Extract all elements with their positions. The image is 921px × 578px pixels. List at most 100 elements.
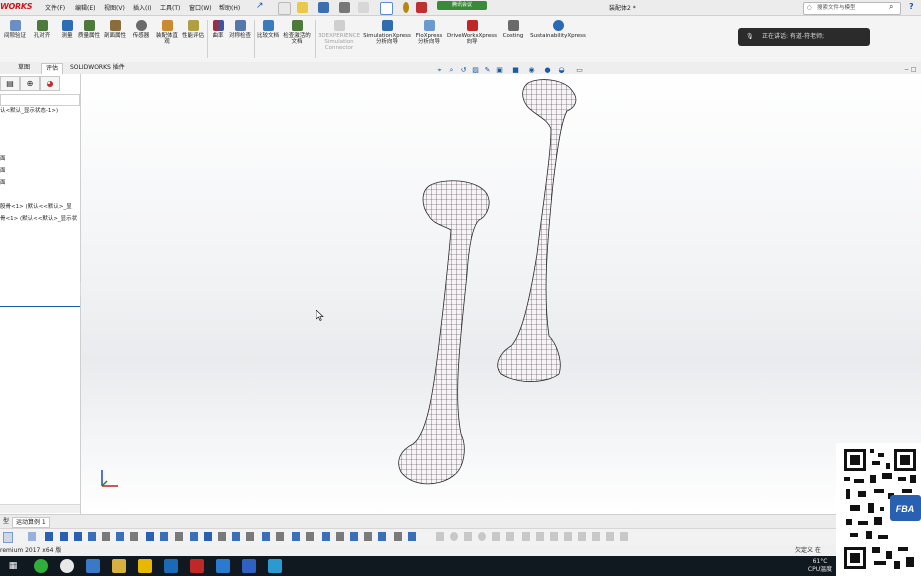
menu-tools[interactable]: 工具(T) [160, 3, 180, 12]
menu-insert[interactable]: 插入(I) [133, 3, 151, 12]
tool-icon-14[interactable] [218, 532, 226, 541]
menu-view[interactable]: 视图(V) [104, 3, 125, 12]
compare-button[interactable]: 比较文档 [257, 20, 279, 39]
wechat-icon[interactable] [60, 559, 74, 573]
tree-item-right-plane[interactable]: 面 [0, 178, 6, 186]
section-props-button[interactable]: 剖面属性 [103, 20, 127, 39]
tool-icon-22[interactable] [336, 532, 344, 541]
tool-icon-17[interactable] [262, 532, 270, 541]
panel-horizontal-scrollbar[interactable] [0, 504, 80, 513]
hole-align-button[interactable]: 孔对齐 [30, 20, 54, 39]
clearance-button[interactable]: 间隙验证 [4, 20, 26, 39]
tree-item-top-plane[interactable]: 面 [0, 166, 6, 174]
tree-item-front-plane[interactable]: 面 [0, 154, 6, 162]
tool-icon-29[interactable] [450, 532, 458, 541]
tool-icon-12[interactable] [190, 532, 198, 541]
tab-addins[interactable]: SOLIDWORKS 插件 [66, 63, 129, 73]
app-icon-blue[interactable] [86, 559, 100, 573]
display-manager-tab-icon[interactable]: ◕ [40, 76, 60, 91]
symmetry-button[interactable]: 对称检查 [229, 20, 251, 39]
tool-icon-25[interactable] [378, 532, 386, 541]
search-input[interactable]: ○ 搜索文件与模型 [803, 2, 901, 15]
tool-icon-38[interactable] [578, 532, 586, 541]
tool-icon-4[interactable] [74, 532, 82, 541]
performance-button[interactable]: 性能评估 [182, 20, 204, 39]
meeting-badge[interactable]: 腾讯会议 [437, 1, 487, 10]
tool-icon-34[interactable] [522, 532, 530, 541]
tab-sketch[interactable]: 草图 [14, 63, 34, 73]
curvature-button[interactable]: 曲率 [210, 20, 226, 39]
tool-icon-24[interactable] [364, 532, 372, 541]
tool-icon-1[interactable] [28, 532, 36, 541]
tool-icon-8[interactable] [130, 532, 138, 541]
undo-icon[interactable] [358, 2, 369, 13]
rebuild-icon[interactable] [403, 2, 409, 13]
select-tool-icon[interactable] [3, 532, 13, 543]
femur-model-right[interactable] [497, 79, 577, 382]
tool-icon-3[interactable] [60, 532, 68, 541]
driveworks-button[interactable]: DriveWorksXpress 向导 [447, 20, 497, 45]
menu-file[interactable]: 文件(F) [45, 3, 65, 12]
tool-icon-40[interactable] [606, 532, 614, 541]
tree-item-display-state[interactable]: 认<默认_显示状态-1>) [0, 106, 58, 114]
save-icon[interactable] [318, 2, 329, 13]
tool-icon-41[interactable] [620, 532, 628, 541]
tool-icon-37[interactable] [564, 532, 572, 541]
menu-window[interactable]: 窗口(W) [189, 3, 212, 12]
mass-props-button[interactable]: 质量属性 [78, 20, 100, 39]
app-icon-yellow[interactable] [138, 559, 152, 573]
app-icon-indigo[interactable] [242, 559, 256, 573]
dimxpert-tab-icon[interactable]: ⊕ [20, 76, 40, 91]
solidworks-logo[interactable]: WORKS [0, 2, 33, 11]
tool-icon-31[interactable] [478, 532, 486, 541]
viewport-window-controls[interactable]: − □ [904, 66, 920, 74]
graphics-viewport[interactable] [81, 74, 921, 514]
tool-icon-18[interactable] [276, 532, 284, 541]
tool-icon-7[interactable] [116, 532, 124, 541]
tree-rollback-bar[interactable] [0, 306, 80, 307]
solidworks-taskbar-icon[interactable] [190, 559, 204, 573]
app-icon-green[interactable] [34, 559, 48, 573]
tool-icon-2[interactable] [45, 532, 53, 541]
measure-button[interactable]: 测量 [58, 20, 76, 39]
tab-evaluate[interactable]: 评估 [41, 63, 64, 74]
tool-icon-13[interactable] [204, 532, 212, 541]
tool-icon-6[interactable] [102, 532, 110, 541]
search-icon[interactable]: ⌕ [889, 2, 899, 13]
tool-icon-39[interactable] [592, 532, 600, 541]
sustainability-button[interactable]: SustainabilityXpress [529, 20, 587, 39]
tab-model[interactable]: 型 [0, 517, 12, 526]
tool-icon-16[interactable] [246, 532, 254, 541]
tab-motion-study-1[interactable]: 运动算例 1 [12, 517, 50, 528]
help-icon[interactable]: ? [909, 2, 914, 11]
tool-icon-20[interactable] [306, 532, 314, 541]
tool-icon-33[interactable] [506, 532, 514, 541]
tool-icon-32[interactable] [492, 532, 500, 541]
check-active-button[interactable]: 检查激活的文档 [282, 20, 312, 45]
open-icon[interactable] [297, 2, 308, 13]
select-icon[interactable] [380, 2, 393, 15]
tool-icon-36[interactable] [550, 532, 558, 541]
tool-icon-21[interactable] [322, 532, 330, 541]
pin-icon[interactable]: ↗ [256, 1, 266, 13]
tool-icon-23[interactable] [350, 532, 358, 541]
femur-model-left[interactable] [398, 180, 490, 485]
tool-icon-26[interactable] [394, 532, 402, 541]
file-explorer-icon[interactable] [112, 559, 126, 573]
task-view-icon[interactable]: ▦ [6, 559, 20, 573]
app-icon-cyan[interactable] [268, 559, 282, 573]
tool-icon-9[interactable] [146, 532, 154, 541]
tool-icon-27[interactable] [408, 532, 416, 541]
simulationxpress-button[interactable]: SimulationXpress 分析向导 [363, 20, 411, 45]
tool-icon-11[interactable] [175, 532, 183, 541]
3dx-connector-button[interactable]: 3DEXPERIENCE Simulation Connector [317, 20, 361, 51]
file-props-icon[interactable] [416, 2, 427, 13]
sensor-button[interactable]: 传感器 [130, 20, 152, 39]
floxpress-button[interactable]: FloXpress 分析向导 [413, 20, 445, 45]
tool-icon-35[interactable] [536, 532, 544, 541]
config-tab-icon[interactable]: ▤ [0, 76, 20, 91]
tool-icon-15[interactable] [232, 532, 240, 541]
tool-icon-5[interactable] [88, 532, 96, 541]
tool-icon-28[interactable] [436, 532, 444, 541]
assembly-visual-button[interactable]: 装配体直观 [155, 20, 179, 45]
